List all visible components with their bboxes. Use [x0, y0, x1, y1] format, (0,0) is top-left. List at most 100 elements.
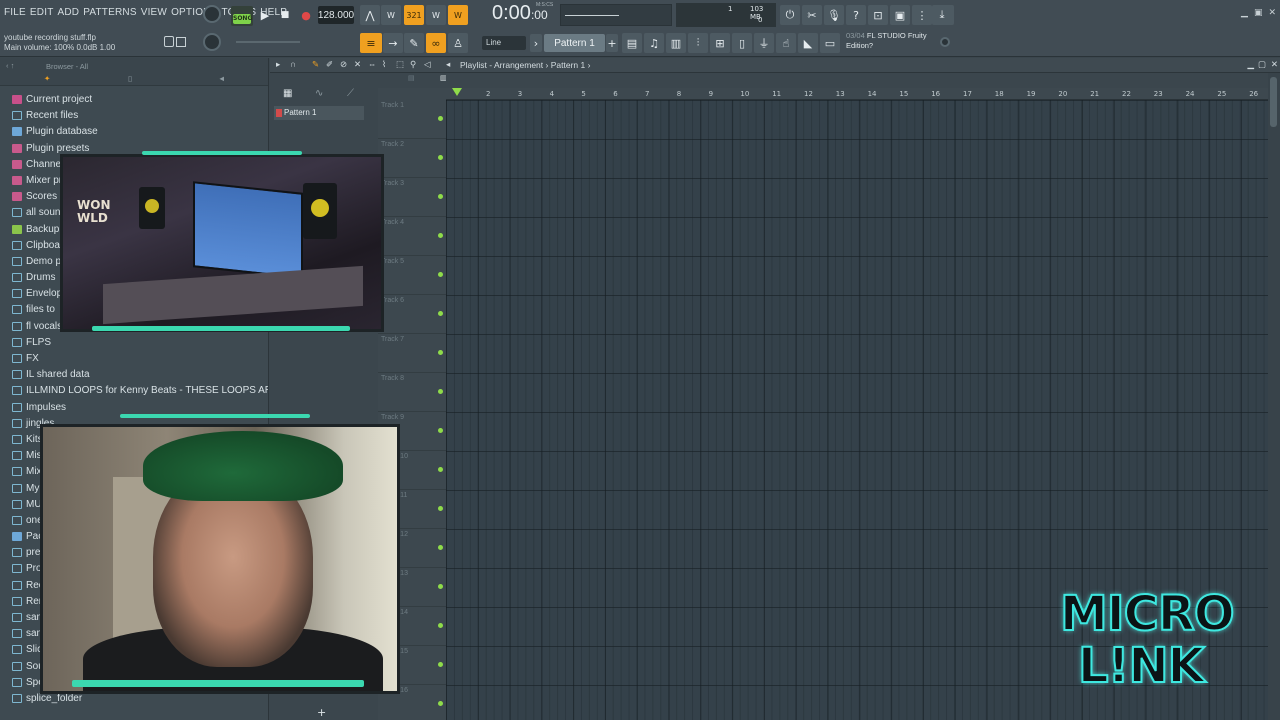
- playlist-icon[interactable]: ▤: [622, 33, 642, 53]
- playlist-close-icon[interactable]: ✕: [1271, 59, 1278, 70]
- snapshot-icon[interactable]: [176, 37, 186, 47]
- playback-icon[interactable]: ◁: [424, 59, 431, 70]
- track-enable-indicator[interactable]: [438, 388, 443, 394]
- browser-nav-icon[interactable]: ‹ ↑: [6, 61, 14, 70]
- track-enable-indicator[interactable]: [438, 466, 443, 472]
- delete-icon[interactable]: ⊘: [340, 59, 347, 70]
- browser-item[interactable]: FX: [0, 351, 268, 367]
- song-pattern-toggle[interactable]: SONG: [231, 6, 253, 26]
- record-button[interactable]: ●: [296, 5, 316, 25]
- menu-add[interactable]: ADD: [58, 7, 80, 18]
- piano-roll-icon[interactable]: ♫: [644, 33, 664, 53]
- browser-item[interactable]: IL shared data: [0, 367, 268, 383]
- select-icon[interactable]: ⬚: [396, 59, 404, 70]
- track-enable-indicator[interactable]: [438, 271, 443, 277]
- browser-item[interactable]: Recent files: [0, 108, 268, 124]
- wait-input-icon[interactable]: W: [381, 5, 401, 25]
- track-enable-indicator[interactable]: [438, 700, 443, 706]
- track-header[interactable]: Track 1: [378, 100, 446, 139]
- news-panel[interactable]: 03/04 FL STUDIO Fruity Edition?: [846, 31, 936, 51]
- file-icon[interactable]: ▯: [732, 33, 752, 53]
- master-pitch-knob[interactable]: [203, 33, 221, 51]
- playlist-menu-arrow-icon[interactable]: ▸: [276, 59, 280, 70]
- snap-select[interactable]: Line: [482, 36, 526, 50]
- browser-item[interactable]: FLPS: [0, 335, 268, 351]
- track-enable-indicator[interactable]: [438, 505, 443, 511]
- track-header[interactable]: Track 2: [378, 139, 446, 178]
- browser-add-icon[interactable]: ✦: [44, 74, 50, 83]
- brush-icon[interactable]: ✐: [326, 59, 333, 70]
- menu-view[interactable]: VIEW: [141, 7, 167, 18]
- track-header[interactable]: Track 8: [378, 373, 446, 412]
- track-enable-indicator[interactable]: [438, 427, 443, 433]
- download-tray-icon[interactable]: ⤓: [932, 5, 952, 25]
- browser-item[interactable]: ILLMIND LOOPS for Kenny Beats - THESE LO…: [0, 383, 304, 399]
- master-volume-knob[interactable]: [203, 5, 221, 23]
- metronome-icon[interactable]: ⋀: [360, 5, 380, 25]
- loop-record-icon[interactable]: W: [448, 5, 468, 25]
- track-enable-indicator[interactable]: [438, 544, 443, 550]
- close-icon[interactable]: ✕: [1268, 8, 1276, 18]
- touch-icon[interactable]: ☝: [776, 33, 796, 53]
- scrollbar-thumb[interactable]: [1270, 77, 1277, 127]
- track-enable-indicator[interactable]: [438, 310, 443, 316]
- track-enable-indicator[interactable]: [438, 349, 443, 355]
- menu-patterns[interactable]: PATTERNS: [83, 7, 136, 18]
- speaker-icon[interactable]: ◣: [798, 33, 818, 53]
- magnet-icon[interactable]: ∩: [290, 59, 296, 69]
- track-enable-indicator[interactable]: [438, 622, 443, 628]
- track-header[interactable]: Track 6: [378, 295, 446, 334]
- playlist-toggle-icon[interactable]: ≡: [360, 33, 382, 53]
- lock-toolbar-icon[interactable]: ⊡: [868, 5, 888, 25]
- track-header[interactable]: Track 4: [378, 217, 446, 256]
- timeline-ruler[interactable]: 2 3 4 5 6 7 8 9 10 11 12 13 14 15 16 17 18 19 20 21 22 23 24 25…: [446, 88, 1268, 100]
- link-icon[interactable]: ∞: [426, 33, 446, 53]
- pattern-list-item[interactable]: Pattern 1: [274, 106, 364, 120]
- browser-item[interactable]: Current project: [0, 92, 268, 108]
- track-enable-indicator[interactable]: [438, 193, 443, 199]
- playhead-marker[interactable]: [452, 88, 462, 96]
- restore-icon[interactable]: ▣: [1254, 8, 1263, 18]
- cart-icon[interactable]: ▭: [820, 33, 840, 53]
- pattern-selector[interactable]: Pattern 1: [544, 34, 605, 52]
- track-tool-icon[interactable]: ▤: [408, 74, 415, 82]
- playlist-arrow-icon[interactable]: ◂: [446, 59, 450, 70]
- menu-edit[interactable]: EDIT: [30, 7, 54, 18]
- browser-item[interactable]: Plugin database: [0, 124, 268, 140]
- track-enable-indicator[interactable]: [438, 583, 443, 589]
- tempo-display[interactable]: 128.000: [318, 6, 354, 24]
- pattern-prev-icon[interactable]: ›: [530, 34, 542, 52]
- playlist-maximize-icon[interactable]: ▢: [1258, 59, 1266, 70]
- microphone-icon[interactable]: 🎙: [824, 5, 844, 25]
- menu-file[interactable]: FILE: [4, 7, 26, 18]
- stamp-icon[interactable]: ♙: [448, 33, 468, 53]
- mute-icon[interactable]: ✕: [354, 59, 361, 70]
- track-enable-indicator[interactable]: [438, 232, 443, 238]
- lock-icon[interactable]: [164, 36, 174, 47]
- channel-edit-icon[interactable]: ⟋: [347, 88, 354, 99]
- save-icon[interactable]: ▣: [890, 5, 910, 25]
- play-button[interactable]: ▶: [255, 5, 275, 25]
- cut-icon[interactable]: ✂: [802, 5, 822, 25]
- pencil-icon[interactable]: ✎: [312, 59, 319, 70]
- browser-icon[interactable]: ⊞: [710, 33, 730, 53]
- step-edit-icon[interactable]: W: [426, 5, 446, 25]
- pitch-slider[interactable]: [236, 41, 300, 43]
- add-pattern-button[interactable]: +: [317, 706, 326, 719]
- song-position-display[interactable]: 0:00:00 M:S:CS: [492, 2, 553, 28]
- minimize-icon[interactable]: ▁: [1241, 8, 1248, 18]
- piano-icon[interactable]: ▥: [440, 74, 447, 82]
- track-header[interactable]: Track 5: [378, 256, 446, 295]
- track-enable-indicator[interactable]: [438, 661, 443, 667]
- mixer-icon[interactable]: ⋮: [912, 5, 932, 25]
- track-enable-indicator[interactable]: [438, 154, 443, 160]
- news-globe-icon[interactable]: [940, 37, 950, 47]
- playlist-minimize-icon[interactable]: ▁: [1247, 59, 1254, 70]
- channel-rack-icon[interactable]: ▥: [666, 33, 686, 53]
- help-icon[interactable]: ?: [846, 5, 866, 25]
- playlist-crumb[interactable]: Pattern 1: [551, 60, 586, 70]
- zoom-icon[interactable]: ⚲: [410, 59, 416, 70]
- power-icon[interactable]: ⏻: [780, 5, 800, 25]
- browser-file-icon[interactable]: ▯: [128, 74, 132, 83]
- channel-piano-icon[interactable]: ▦: [283, 88, 292, 99]
